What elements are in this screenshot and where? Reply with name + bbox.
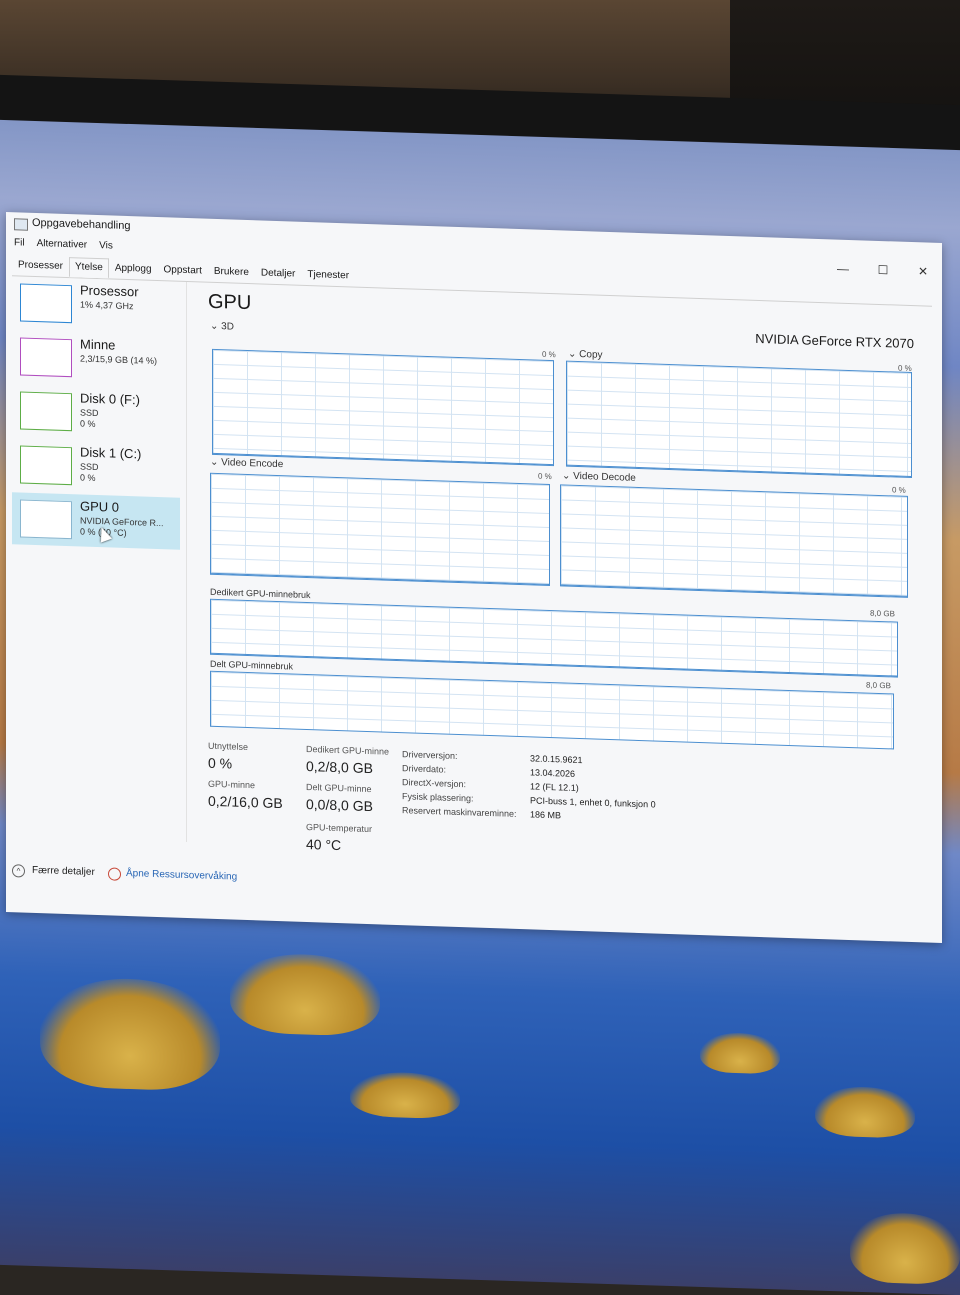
menu-options[interactable]: Alternativer bbox=[37, 238, 88, 251]
gpu-memory-value: 0,2/16,0 GB bbox=[208, 792, 283, 812]
disk-mini-graph bbox=[20, 391, 72, 432]
graph-video-encode-dropdown[interactable]: ⌄ Video Encode bbox=[210, 457, 283, 470]
menu-bar: Fil Alternativer Vis bbox=[14, 237, 113, 251]
sidebar-item-memory[interactable]: Minne 2,3/15,9 GB (14 %) bbox=[12, 330, 180, 388]
tab-processes[interactable]: Prosesser bbox=[12, 255, 69, 277]
graph-video-encode bbox=[210, 472, 550, 587]
graph-3d bbox=[212, 348, 554, 467]
graph-dedicated-memory bbox=[210, 598, 898, 678]
shared-memory-value: 0,0/8,0 GB bbox=[306, 795, 373, 815]
sidebar-item-label: Disk 0 (F:) bbox=[80, 390, 140, 408]
cpu-mini-graph bbox=[20, 283, 72, 324]
graph-3d-percent: 0 % bbox=[542, 349, 556, 360]
info-key: Fysisk plassering: bbox=[402, 791, 474, 804]
chevron-down-icon: ⌄ bbox=[568, 348, 580, 361]
graph-shared-memory-max: 8,0 GB bbox=[866, 680, 891, 691]
info-value: PCI-buss 1, enhet 0, funksjon 0 bbox=[530, 795, 656, 810]
info-value: 12 (FL 12.1) bbox=[530, 781, 579, 793]
sidebar-item-detail: SSD bbox=[80, 461, 99, 473]
shared-memory-label: Delt GPU-minne bbox=[306, 781, 372, 795]
sidebar-item-detail: SSD bbox=[80, 407, 99, 419]
page-title: GPU bbox=[208, 290, 252, 315]
chevron-up-icon[interactable]: ^ bbox=[12, 864, 25, 878]
gpu-model-name: NVIDIA GeForce RTX 2070 bbox=[755, 330, 914, 352]
utilization-label: Utnyttelse bbox=[208, 740, 249, 753]
window-controls: — ☐ ✕ bbox=[834, 261, 932, 279]
sidebar-item-detail: 1% 4,37 GHz bbox=[80, 299, 134, 312]
chevron-down-icon: ⌄ bbox=[562, 470, 574, 482]
grass-tuft bbox=[850, 1211, 960, 1286]
graph-dedicated-memory-max: 8,0 GB bbox=[870, 608, 895, 619]
graph-shared-memory bbox=[210, 670, 894, 750]
grass-tuft bbox=[700, 1031, 780, 1075]
sidebar-item-gpu-0[interactable]: GPU 0 NVIDIA GeForce R... 0 % (40 °C) bbox=[12, 492, 180, 550]
resource-monitor-icon[interactable] bbox=[108, 867, 121, 881]
graph-video-decode-dropdown[interactable]: ⌄ Video Decode bbox=[562, 470, 636, 483]
sidebar-item-disk-1[interactable]: Disk 1 (C:) SSD 0 % bbox=[12, 438, 180, 496]
gpu-detail-pane: GPU NVIDIA GeForce RTX 2070 ⌄ 3D 0 % ⌄ C… bbox=[202, 279, 922, 923]
graph-line bbox=[561, 584, 907, 597]
dedicated-memory-value: 0,2/8,0 GB bbox=[306, 757, 373, 777]
window-title: Oppgavebehandling bbox=[32, 216, 131, 233]
menu-file[interactable]: Fil bbox=[14, 237, 25, 248]
gpu-temperature-label: GPU-temperatur bbox=[306, 821, 373, 835]
graph-dedicated-memory-label: Dedikert GPU-minnebruk bbox=[210, 586, 311, 601]
info-value: 186 MB bbox=[530, 809, 562, 821]
sidebar-item-usage: 0 % bbox=[80, 418, 96, 429]
sidebar-item-label: Prosessor bbox=[80, 282, 139, 300]
grass-tuft bbox=[230, 952, 380, 1037]
graph-video-decode-percent: 0 % bbox=[892, 485, 906, 495]
sidebar-divider bbox=[186, 281, 187, 843]
gpu-memory-label: GPU-minne bbox=[208, 778, 256, 791]
info-value: 32.0.15.9621 bbox=[530, 753, 583, 766]
sidebar-item-detail: 2,3/15,9 GB (14 %) bbox=[80, 353, 158, 367]
graph-video-decode-label: Video Decode bbox=[573, 470, 636, 484]
graph-copy bbox=[566, 360, 912, 479]
chevron-down-icon: ⌄ bbox=[210, 320, 222, 333]
task-manager-icon bbox=[14, 218, 28, 231]
maximize-button[interactable]: ☐ bbox=[874, 263, 892, 278]
graph-video-encode-percent: 0 % bbox=[538, 471, 552, 482]
graph-line bbox=[211, 572, 549, 586]
tab-performance[interactable]: Ytelse bbox=[69, 257, 109, 279]
tab-app-history[interactable]: Applogg bbox=[109, 258, 158, 280]
info-key: Driverversjon: bbox=[402, 749, 458, 761]
info-key: DirectX-versjon: bbox=[402, 777, 467, 790]
grass-tuft bbox=[350, 1070, 460, 1120]
graph-3d-label: 3D bbox=[221, 321, 234, 333]
fewer-details-button[interactable]: Færre detaljer bbox=[32, 865, 95, 878]
minimize-button[interactable]: — bbox=[834, 261, 852, 276]
sidebar-item-cpu[interactable]: Prosessor 1% 4,37 GHz bbox=[12, 276, 180, 334]
graph-video-decode bbox=[560, 484, 908, 598]
sidebar-item-usage: 0 % bbox=[80, 472, 96, 483]
open-resource-monitor-link[interactable]: Åpne Ressursovervåking bbox=[126, 868, 237, 883]
sidebar-item-label: Minne bbox=[80, 336, 116, 353]
graph-line bbox=[211, 652, 897, 677]
disk-mini-graph bbox=[20, 445, 72, 486]
graph-copy-dropdown[interactable]: ⌄ Copy bbox=[568, 349, 603, 361]
tab-startup[interactable]: Oppstart bbox=[158, 260, 208, 282]
graph-video-encode-label: Video Encode bbox=[221, 457, 284, 471]
gpu-mini-graph bbox=[20, 499, 72, 540]
sidebar-item-label: GPU 0 bbox=[80, 498, 120, 515]
dedicated-memory-label: Dedikert GPU-minne bbox=[306, 743, 390, 757]
graph-3d-dropdown[interactable]: ⌄ 3D bbox=[210, 321, 234, 333]
sidebar-item-label: Disk 1 (C:) bbox=[80, 444, 142, 462]
gpu-temperature-value: 40 °C bbox=[306, 835, 342, 854]
graph-shared-memory-label: Delt GPU-minnebruk bbox=[210, 658, 294, 672]
menu-view[interactable]: Vis bbox=[99, 240, 113, 251]
info-key: Driverdato: bbox=[402, 763, 447, 775]
memory-mini-graph bbox=[20, 337, 72, 378]
performance-sidebar: Prosessor 1% 4,37 GHz Minne 2,3/15,9 GB … bbox=[12, 276, 180, 552]
sidebar-item-disk-0[interactable]: Disk 0 (F:) SSD 0 % bbox=[12, 384, 180, 442]
grass-tuft bbox=[815, 1085, 915, 1139]
grass-tuft bbox=[40, 976, 220, 1092]
close-button[interactable]: ✕ bbox=[914, 264, 932, 279]
utilization-value: 0 % bbox=[208, 754, 233, 772]
task-manager-window: Oppgavebehandling — ☐ ✕ Fil Alternativer… bbox=[6, 212, 942, 944]
info-value: 13.04.2026 bbox=[530, 767, 576, 779]
graph-copy-label: Copy bbox=[579, 349, 603, 361]
chevron-down-icon: ⌄ bbox=[210, 456, 222, 469]
info-key: Reservert maskinvareminne: bbox=[402, 805, 517, 819]
